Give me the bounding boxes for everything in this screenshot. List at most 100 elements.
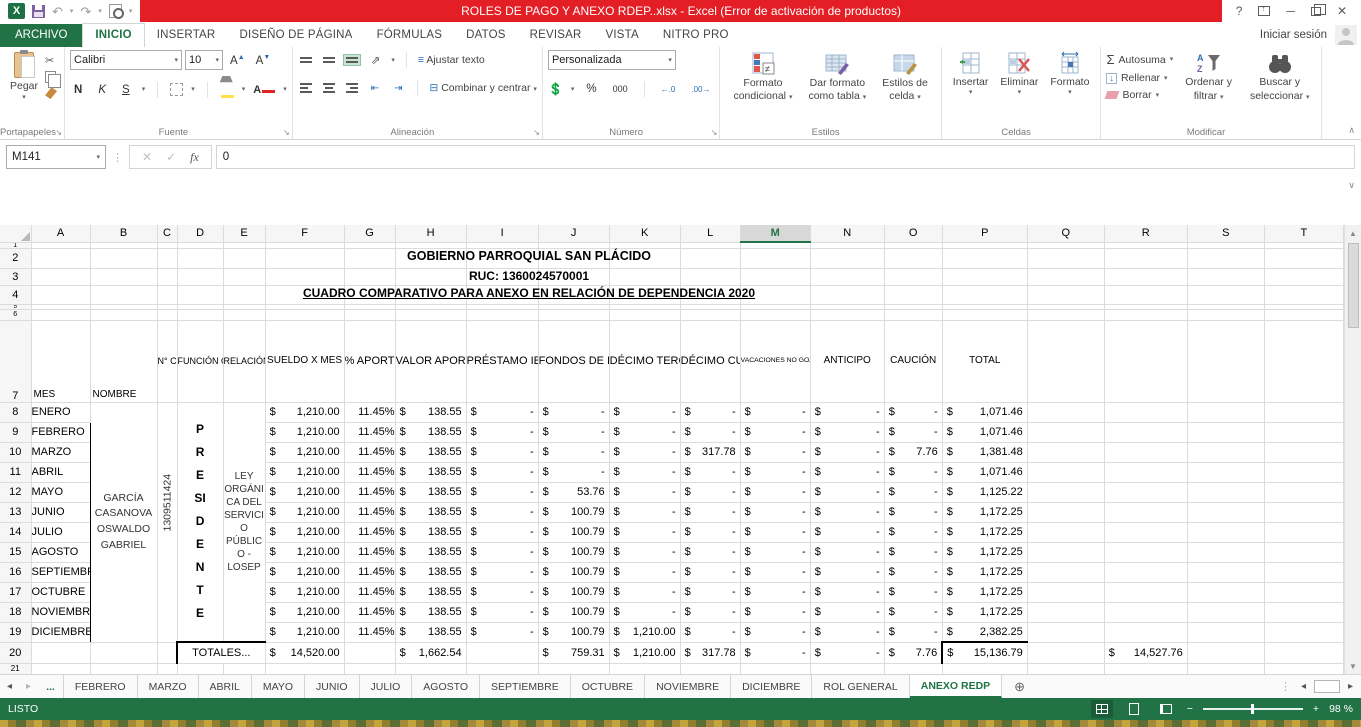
col-header[interactable]: B	[90, 225, 157, 242]
cell[interactable]	[1187, 422, 1264, 442]
cell-prestamo[interactable]: $-	[466, 582, 538, 602]
cell-sueldo[interactable]: $1,210.00	[265, 402, 344, 422]
sheet-tab-diciembre[interactable]: DICIEMBRE	[731, 675, 812, 698]
cell-aporte[interactable]: $138.55	[395, 562, 466, 582]
paste-button[interactable]: Pegar ▾	[5, 50, 43, 125]
cell-prestamo[interactable]: $-	[466, 482, 538, 502]
clear-button[interactable]: Borrar▾	[1106, 89, 1173, 101]
cell[interactable]	[1027, 502, 1104, 522]
tab-formulas[interactable]: FÓRMULAS	[365, 24, 455, 47]
cell-total[interactable]: $1,172.25	[942, 522, 1027, 542]
cell-dec3[interactable]: $-	[609, 402, 680, 422]
cell[interactable]	[90, 285, 157, 304]
cell-fondos[interactable]: $-	[538, 442, 609, 462]
cell-mes[interactable]: DICIEMBRE	[31, 622, 90, 642]
hscroll-right-icon[interactable]: ▸	[1346, 681, 1355, 692]
cell[interactable]	[223, 285, 265, 304]
cell-caucion[interactable]: $7.76	[884, 442, 942, 462]
autosum-button[interactable]: Σ Autosuma▾	[1106, 52, 1173, 67]
cell[interactable]	[680, 268, 740, 285]
vertical-scroll-thumb[interactable]	[1348, 243, 1359, 328]
cell[interactable]	[157, 663, 177, 674]
cell[interactable]	[265, 663, 344, 674]
cell-total[interactable]: $1,172.25	[942, 562, 1027, 582]
minimize-icon[interactable]: ─	[1286, 4, 1295, 18]
cell[interactable]	[1027, 309, 1104, 320]
cell[interactable]	[1187, 268, 1264, 285]
cell-dec4[interactable]: $-	[680, 402, 740, 422]
dialog-launcher-icon[interactable]: ↘	[55, 128, 62, 137]
cell[interactable]	[31, 285, 90, 304]
cell-anticipo[interactable]: $-	[810, 602, 884, 622]
cell-prestamo[interactable]: $-	[466, 542, 538, 562]
cell[interactable]	[1187, 482, 1264, 502]
cell[interactable]	[395, 285, 466, 304]
row-header[interactable]: 2	[0, 248, 31, 268]
accounting-format-icon[interactable]: 💲	[548, 82, 563, 96]
hdr-caucion[interactable]: CAUCIÓN	[884, 320, 942, 402]
sheet-tab-mayo[interactable]: MAYO	[252, 675, 305, 698]
find-select-button[interactable]: Buscar y seleccionar ▾	[1244, 50, 1316, 104]
cell-total[interactable]: $1,381.48	[942, 442, 1027, 462]
cell-caucion[interactable]: $-	[884, 402, 942, 422]
cell[interactable]	[1187, 582, 1264, 602]
dialog-launcher-icon[interactable]: ↘	[283, 128, 290, 137]
cell-anticipo[interactable]: $-	[810, 522, 884, 542]
scroll-up-icon[interactable]: ▲	[1349, 225, 1357, 241]
cell-caucion[interactable]: $-	[884, 542, 942, 562]
cell[interactable]	[1187, 602, 1264, 622]
row-header[interactable]: 3	[0, 268, 31, 285]
col-header[interactable]: N	[810, 225, 884, 242]
redo-icon[interactable]: ↷	[80, 5, 91, 18]
row-header[interactable]: 13	[0, 502, 31, 522]
borders-dropdown-icon[interactable]: ▾	[191, 86, 195, 93]
cell-fondos[interactable]: $100.79	[538, 502, 609, 522]
zoom-slider[interactable]	[1203, 708, 1303, 710]
sheet-tab-marzo[interactable]: MARZO	[138, 675, 199, 698]
cell-fondos[interactable]: $100.79	[538, 622, 609, 642]
cell[interactable]	[942, 309, 1027, 320]
new-sheet-icon[interactable]: ⊕	[1002, 675, 1037, 698]
collapse-ribbon-icon[interactable]: ∧	[1348, 125, 1355, 136]
sheet-tab-octubre[interactable]: OCTUBRE	[571, 675, 645, 698]
cell[interactable]	[395, 268, 466, 285]
cell[interactable]	[1104, 522, 1187, 542]
cancel-icon[interactable]: ✕	[142, 150, 152, 164]
cell[interactable]	[1104, 502, 1187, 522]
row-header[interactable]: 10	[0, 442, 31, 462]
cell[interactable]	[810, 268, 884, 285]
cell[interactable]	[1187, 522, 1264, 542]
cell-total-dec3[interactable]: $1,210.00	[609, 642, 680, 663]
row-header[interactable]: 6	[0, 309, 31, 320]
copy-icon[interactable]	[45, 71, 56, 83]
cell[interactable]	[1187, 285, 1264, 304]
tab-inicio[interactable]: INICIO	[82, 23, 144, 47]
cell[interactable]	[31, 248, 90, 268]
horizontal-scroll-thumb[interactable]	[1314, 680, 1340, 693]
cell-total-aporte[interactable]: $1,662.54	[395, 642, 466, 663]
cell[interactable]	[609, 309, 680, 320]
cell[interactable]	[609, 268, 680, 285]
cell-vac[interactable]: $-	[740, 602, 810, 622]
cell[interactable]	[1027, 268, 1104, 285]
cell-prestamo[interactable]: $-	[466, 442, 538, 462]
cell-anticipo[interactable]: $-	[810, 442, 884, 462]
hdr-fondos[interactable]: FONDOS DE RESERVA	[538, 320, 609, 402]
col-header[interactable]: O	[884, 225, 942, 242]
cell-fondos[interactable]: $53.76	[538, 482, 609, 502]
cell-dec3[interactable]: $-	[609, 582, 680, 602]
align-center-icon[interactable]	[321, 81, 337, 95]
hdr-anticipo[interactable]: ANTICIPO	[810, 320, 884, 402]
cell-caucion[interactable]: $-	[884, 582, 942, 602]
cell[interactable]	[1027, 422, 1104, 442]
cell-dec4[interactable]: $-	[680, 582, 740, 602]
cell[interactable]	[90, 248, 157, 268]
hdr-sueldo[interactable]: SUELDO X MES	[265, 320, 344, 402]
cell-dec3[interactable]: $-	[609, 602, 680, 622]
cell[interactable]	[90, 309, 157, 320]
cell-aporte[interactable]: $138.55	[395, 522, 466, 542]
hdr-funcion[interactable]: FUNCIÓN QUE DESEMPEÑA	[177, 320, 223, 402]
cell-total[interactable]: $1,071.46	[942, 422, 1027, 442]
hdr-cedula[interactable]: N° CÉDULA	[157, 320, 177, 402]
cell[interactable]	[157, 285, 177, 304]
